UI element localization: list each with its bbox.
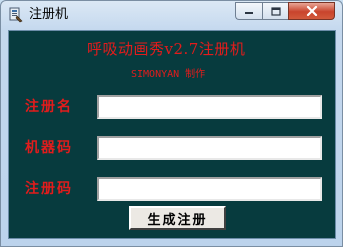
author-credit: SIMONYAN 制作 bbox=[131, 69, 206, 80]
app-icon bbox=[9, 7, 23, 23]
app-window: 注册机 呼吸动画秀v2.7注册机 SIMONYAN 制作 注册名 机器码 注册码 bbox=[0, 0, 343, 247]
app-headline: 呼吸动画秀v2.7注册机 bbox=[87, 40, 246, 58]
generate-button[interactable]: 生成注册 bbox=[129, 206, 226, 230]
minimize-icon bbox=[245, 12, 253, 14]
close-button[interactable] bbox=[288, 2, 335, 20]
machine-code-input[interactable] bbox=[97, 136, 322, 160]
maximize-icon bbox=[270, 6, 281, 16]
username-input[interactable] bbox=[97, 95, 322, 119]
title-bar[interactable]: 注册机 bbox=[1, 1, 342, 29]
minimize-button[interactable] bbox=[235, 2, 262, 20]
maximize-button[interactable] bbox=[262, 2, 288, 20]
reg-code-input[interactable] bbox=[97, 177, 322, 201]
close-icon bbox=[306, 6, 317, 16]
window-title: 注册机 bbox=[29, 7, 69, 22]
client-area: 呼吸动画秀v2.7注册机 SIMONYAN 制作 注册名 机器码 注册码 生成注… bbox=[8, 30, 336, 239]
machine-code-label: 机器码 bbox=[25, 140, 73, 156]
reg-code-label: 注册码 bbox=[25, 181, 73, 197]
username-label: 注册名 bbox=[25, 99, 73, 115]
